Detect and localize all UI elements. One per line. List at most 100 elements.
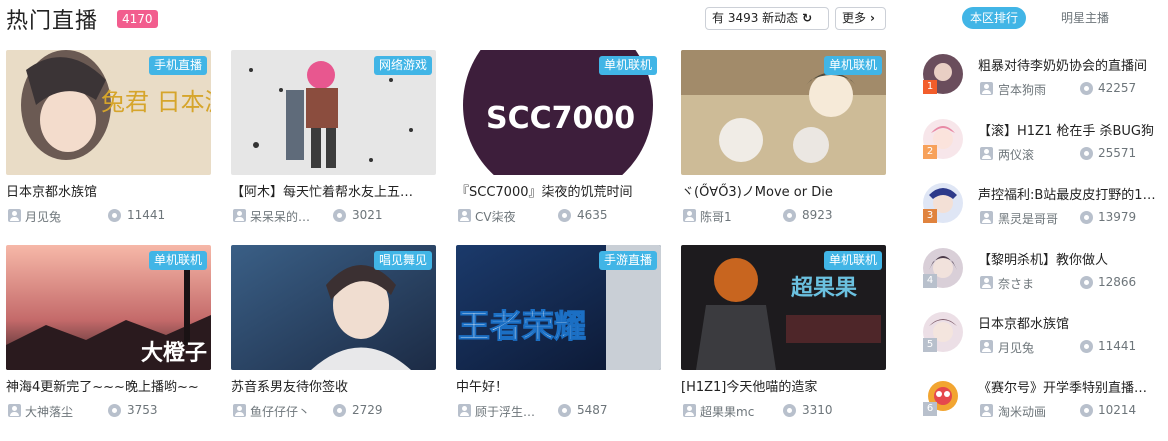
view-count: 3021 <box>352 208 383 222</box>
live-meta: 呆呆呆的… 3021 <box>231 208 436 224</box>
user-icon <box>8 209 21 222</box>
views-icon <box>1080 404 1093 417</box>
view-count: 12866 <box>1098 275 1137 289</box>
rank-item[interactable]: 1 粗暴对待李奶奶协会的直播间 宫本狗雨 42257 <box>920 54 1168 104</box>
live-thumbnail[interactable]: 唱见舞见 <box>231 245 436 370</box>
overlay-text: 大橙子 <box>141 341 207 366</box>
more-button[interactable]: 更多 › <box>835 7 886 30</box>
uploader-name[interactable]: 宫本狗雨 <box>998 81 1046 98</box>
live-card[interactable]: SCC7000 单机联机 『SCC7000』柒夜的饥荒时间 CV柒夜 4635 <box>456 50 661 230</box>
view-count: 10214 <box>1098 403 1137 417</box>
chevron-right-icon: › <box>870 11 875 25</box>
rank-item[interactable]: 5 日本京都水族馆 月见兔 11441 <box>920 312 1168 362</box>
live-title[interactable]: [H1Z1]今天他喵的造家 <box>681 376 886 395</box>
uploader-name[interactable]: 两仪滚 <box>998 146 1034 163</box>
live-card[interactable]: 大橙子 单机联机 神海4更新完了~~~晚上播哟~~ 大神落尘 3753 <box>6 245 211 425</box>
view-count: 3753 <box>127 403 158 417</box>
uploader-name[interactable]: 大神落尘 <box>25 403 85 420</box>
ranking-sidebar: 本区排行 明星主播 1 粗暴对待李奶奶协会的直播间 宫本狗雨 42257 2 【… <box>920 0 1168 441</box>
category-tag[interactable]: 手游直播 <box>598 251 657 270</box>
live-meta: 大神落尘 3753 <box>6 403 211 419</box>
category-tag[interactable]: 单机联机 <box>598 56 657 75</box>
tab-region-ranking[interactable]: 本区排行 <box>962 7 1027 29</box>
uploader-name[interactable]: 顾于浮生… <box>475 403 535 420</box>
views-icon <box>1080 147 1093 160</box>
tab-star-streamers[interactable]: 明星主播 <box>1053 7 1117 29</box>
live-title[interactable]: 神海4更新完了~~~晚上播哟~~ <box>6 376 211 395</box>
rank-number: 3 <box>923 209 937 223</box>
rank-title[interactable]: 粗暴对待李奶奶协会的直播间 <box>978 55 1164 74</box>
live-meta: 顾于浮生… 5487 <box>456 403 661 419</box>
section-title: 热门直播 <box>6 9 99 34</box>
live-title[interactable]: 【阿木】每天忙着帮水友上五… <box>231 181 436 200</box>
live-title[interactable]: 苏音系男友待你签收 <box>231 376 436 395</box>
refresh-label: 有 3493 新动态 <box>712 11 799 25</box>
rank-title[interactable]: 日本京都水族馆 <box>978 313 1164 332</box>
user-icon <box>980 340 993 353</box>
views-icon <box>1080 211 1093 224</box>
rank-item[interactable]: 2 【滚】H1Z1 枪在手 杀BUG狗 两仪滚 25571 <box>920 119 1168 169</box>
live-thumbnail[interactable]: 大橙子 单机联机 <box>6 245 211 370</box>
view-count: 4635 <box>577 208 608 222</box>
refresh-button[interactable]: 有 3493 新动态 ↻ <box>705 7 829 30</box>
uploader-name[interactable]: 奈さま <box>998 275 1034 292</box>
live-thumbnail[interactable]: 单机联机 <box>681 50 886 175</box>
user-icon <box>980 211 993 224</box>
user-icon <box>233 209 246 222</box>
uploader-name[interactable]: 淘米动画 <box>998 403 1046 420</box>
rank-item[interactable]: 6 《赛尔号》开学季特别直播… 淘米动画 10214 <box>920 376 1168 426</box>
category-tag[interactable]: 网络游戏 <box>373 56 432 75</box>
view-count: 11441 <box>127 208 166 222</box>
view-count: 5487 <box>577 403 608 417</box>
uploader-name[interactable]: 黑灵是哥哥 <box>998 210 1058 227</box>
live-thumbnail[interactable]: 王者荣耀 手游直播 <box>456 245 661 370</box>
live-card[interactable]: 网络游戏 【阿木】每天忙着帮水友上五… 呆呆呆的… 3021 <box>231 50 436 230</box>
category-tag[interactable]: 单机联机 <box>148 251 207 270</box>
category-tag[interactable]: 单机联机 <box>823 251 882 270</box>
view-count: 42257 <box>1098 81 1137 95</box>
user-icon <box>8 404 21 417</box>
user-icon <box>980 147 993 160</box>
more-label: 更多 <box>842 11 867 25</box>
views-icon <box>1080 340 1093 353</box>
uploader-name[interactable]: CV柒夜 <box>475 208 535 225</box>
live-card[interactable]: 唱见舞见 苏音系男友待你签收 鱼仔仔仔丶 2729 <box>231 245 436 425</box>
live-count-badge: 4170 <box>117 10 158 28</box>
view-count: 25571 <box>1098 146 1137 160</box>
views-icon <box>558 209 571 222</box>
rank-item[interactable]: 3 声控福利:B站最皮皮打野的1… 黑灵是哥哥 13979 <box>920 183 1168 233</box>
live-card[interactable]: 单机联机 ヾ(Ő∀Ő3)ノMove or Die 陈哥1 8923 <box>681 50 886 230</box>
live-card[interactable]: 超果果 单机联机 [H1Z1]今天他喵的造家 超果果mc 3310 <box>681 245 886 425</box>
uploader-name[interactable]: 陈哥1 <box>700 208 760 225</box>
rank-title[interactable]: 声控福利:B站最皮皮打野的1… <box>978 184 1164 203</box>
uploader-name[interactable]: 超果果mc <box>700 403 760 420</box>
live-card[interactable]: 兔君 日本游 手机直播 日本京都水族馆 月见兔 11441 <box>6 50 211 230</box>
view-count: 2729 <box>352 403 383 417</box>
live-card[interactable]: 王者荣耀 手游直播 中午好！ 顾于浮生… 5487 <box>456 245 661 425</box>
views-icon <box>783 209 796 222</box>
category-tag[interactable]: 手机直播 <box>148 56 207 75</box>
uploader-name[interactable]: 月见兔 <box>998 339 1034 356</box>
user-icon <box>980 404 993 417</box>
uploader-name[interactable]: 呆呆呆的… <box>250 208 310 225</box>
rank-title[interactable]: 【滚】H1Z1 枪在手 杀BUG狗 <box>978 120 1164 139</box>
category-tag[interactable]: 单机联机 <box>823 56 882 75</box>
rank-title[interactable]: 【黎明杀机】教你做人 <box>978 249 1164 268</box>
live-thumbnail[interactable]: SCC7000 单机联机 <box>456 50 661 175</box>
rank-item[interactable]: 4 【黎明杀机】教你做人 奈さま 12866 <box>920 248 1168 298</box>
overlay-text: 超果果 <box>791 275 857 301</box>
uploader-name[interactable]: 鱼仔仔仔丶 <box>250 403 310 420</box>
live-title[interactable]: ヾ(Ő∀Ő3)ノMove or Die <box>681 181 886 200</box>
rank-title[interactable]: 《赛尔号》开学季特别直播… <box>978 377 1164 396</box>
live-title[interactable]: 日本京都水族馆 <box>6 181 211 200</box>
live-title[interactable]: 『SCC7000』柒夜的饥荒时间 <box>456 181 661 200</box>
user-icon <box>233 404 246 417</box>
uploader-name[interactable]: 月见兔 <box>25 208 85 225</box>
live-thumbnail[interactable]: 兔君 日本游 手机直播 <box>6 50 211 175</box>
view-count: 3310 <box>802 403 833 417</box>
user-icon <box>683 209 696 222</box>
live-title[interactable]: 中午好！ <box>456 376 661 395</box>
category-tag[interactable]: 唱见舞见 <box>373 251 432 270</box>
live-thumbnail[interactable]: 超果果 单机联机 <box>681 245 886 370</box>
live-thumbnail[interactable]: 网络游戏 <box>231 50 436 175</box>
